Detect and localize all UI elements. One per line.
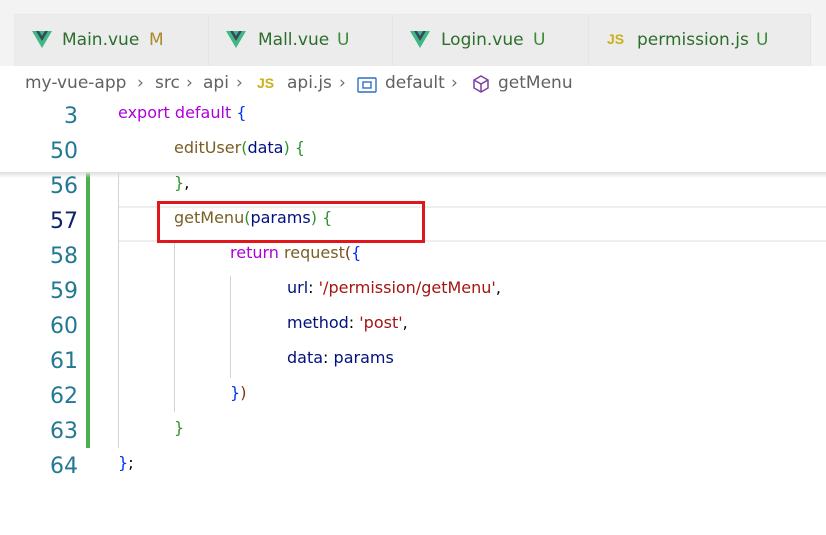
tab-label: permission.js <box>637 30 749 50</box>
tab-label: Login.vue <box>441 30 524 50</box>
git-status-badge: U <box>337 30 350 50</box>
chevron-right-icon: › <box>137 73 144 93</box>
code-line: 50 editUser(data) { <box>0 135 826 170</box>
method-cube-icon <box>473 75 489 93</box>
code-line: 63 } <box>0 415 826 450</box>
js-icon: JS <box>257 75 275 91</box>
code-line: 64 }; <box>0 450 826 485</box>
line-number: 60 <box>50 314 78 339</box>
chevron-right-icon: › <box>339 73 346 93</box>
breadcrumb-item-symbol-default[interactable]: default <box>385 73 445 93</box>
tab-permission-js[interactable]: JS permission.js U <box>589 14 811 66</box>
tab-label: Mall.vue <box>258 30 330 50</box>
vue-icon <box>410 31 430 48</box>
code-line: 3 export default { <box>0 100 826 135</box>
code-text: } <box>174 418 185 437</box>
vue-icon <box>226 31 246 48</box>
line-number: 59 <box>50 279 78 304</box>
code-text: }; <box>118 453 134 472</box>
code-line: 59 url: '/permission/getMenu', <box>0 275 826 310</box>
git-status-badge: U <box>533 30 546 50</box>
code-line: 62 }) <box>0 380 826 415</box>
git-status-badge: U <box>756 30 769 50</box>
code-line: 56 }, <box>0 170 826 205</box>
tab-main-vue[interactable]: Main.vue M <box>14 14 209 66</box>
chevron-right-icon: › <box>186 73 193 93</box>
code-text: return request({ <box>230 243 362 262</box>
tab-mall-vue[interactable]: Mall.vue U <box>209 14 393 66</box>
line-number: 61 <box>50 349 78 374</box>
code-text: }) <box>230 383 247 402</box>
breadcrumb: my-vue-app › src › api › JS api.js › def… <box>0 66 826 102</box>
code-text: url: '/permission/getMenu', <box>287 278 501 297</box>
editor-tab-bar: Main.vue M Mall.vue U Login.vue U JS per… <box>0 0 826 66</box>
code-text: editUser(data) { <box>174 138 306 157</box>
tab-login-vue[interactable]: Login.vue U <box>393 14 589 66</box>
breadcrumb-item-api[interactable]: api <box>203 73 229 93</box>
breadcrumb-item-symbol-getmenu[interactable]: getMenu <box>498 73 573 93</box>
code-line: 58 return request({ <box>0 240 826 275</box>
line-number: 50 <box>50 139 78 164</box>
code-line: 60 method: 'post', <box>0 310 826 345</box>
vue-icon <box>32 31 52 48</box>
code-line: 61 data: params <box>0 345 826 380</box>
js-icon: JS <box>607 31 625 47</box>
chevron-right-icon: › <box>236 73 243 93</box>
line-number: 58 <box>50 244 78 269</box>
breadcrumb-item-file[interactable]: api.js <box>287 73 332 93</box>
line-number: 63 <box>50 419 78 444</box>
line-number: 3 <box>64 104 78 129</box>
tab-label: Main.vue <box>62 30 140 50</box>
code-text: }, <box>174 173 190 192</box>
line-number: 57 <box>50 209 78 234</box>
code-text: data: params <box>287 348 394 367</box>
breadcrumb-item-src[interactable]: src <box>155 73 180 93</box>
annotation-highlight-box <box>157 201 425 243</box>
line-number: 56 <box>50 174 78 199</box>
variable-icon <box>357 77 377 93</box>
code-text: method: 'post', <box>287 313 408 332</box>
chevron-right-icon: › <box>451 73 458 93</box>
line-number: 64 <box>50 454 78 479</box>
git-status-badge: M <box>149 30 164 50</box>
code-text: export default { <box>118 103 247 122</box>
line-number: 62 <box>50 384 78 409</box>
breadcrumb-item-root[interactable]: my-vue-app <box>25 73 126 93</box>
